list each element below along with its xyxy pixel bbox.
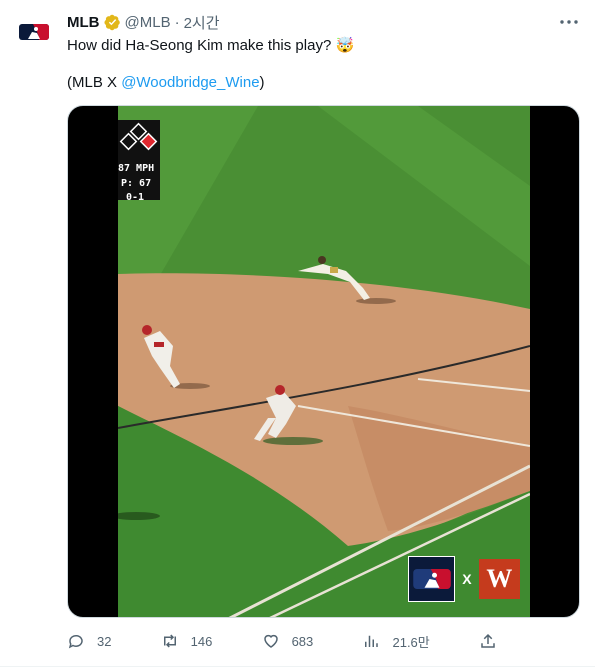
reply-icon (68, 634, 83, 649)
avatar[interactable] (14, 12, 54, 52)
text-prefix: (MLB X (67, 74, 122, 91)
mlb-mark-icon (412, 568, 451, 589)
like-count: 683 (291, 633, 314, 649)
sponsor-logos: X W (408, 555, 520, 602)
mention-link[interactable]: @Woodbridge_Wine (121, 74, 259, 91)
tweet-actions: 32 146 683 21.6만 (67, 628, 497, 654)
video-frame (118, 106, 530, 617)
tweet-text-line2: (MLB X @Woodbridge_Wine) (67, 73, 265, 93)
base-diamond-icon (119, 122, 158, 151)
views-count: 21.6만 (392, 634, 430, 650)
logo-separator: X (462, 570, 472, 587)
reply-count: 32 (97, 633, 112, 649)
separator-dot: · (174, 14, 180, 31)
ball-strike-count: 0-1 (126, 192, 145, 203)
retweet-count: 146 (190, 633, 213, 649)
mlb-logo-icon (19, 24, 49, 40)
share-button[interactable] (479, 632, 497, 650)
like-button[interactable]: 683 (262, 632, 314, 650)
heart-icon (263, 634, 278, 648)
tweet-card[interactable]: MLB @MLB · 2시간 How did Ha-Seong Kim make… (0, 0, 595, 667)
more-dots-icon (560, 20, 578, 24)
pitch-count: P: 67 (121, 178, 152, 189)
verified-badge-icon[interactable] (103, 14, 121, 31)
author-name[interactable]: MLB (67, 14, 100, 31)
text-suffix: ) (259, 74, 265, 91)
pitch-speed: 87 MPH (118, 163, 155, 174)
retweet-icon (163, 634, 176, 648)
pitch-info-overlay: 87 MPH P: 67 0-1 (118, 120, 160, 203)
author-handle[interactable]: @MLB (125, 14, 171, 31)
woodbridge-logo-icon: W (478, 558, 520, 599)
retweet-button[interactable]: 146 (161, 632, 213, 650)
views-button[interactable]: 21.6만 (362, 632, 430, 651)
video-player[interactable]: 87 MPH P: 67 0-1 X W (67, 105, 580, 618)
more-options-button[interactable] (557, 12, 581, 32)
analytics-icon (365, 635, 379, 647)
tweet-header: MLB @MLB · 2시간 (67, 12, 220, 33)
timestamp[interactable]: 2시간 (184, 12, 220, 33)
reply-button[interactable]: 32 (67, 632, 111, 650)
brand-letter: W (486, 563, 513, 593)
mlb-badge-icon (408, 555, 456, 602)
share-icon (481, 633, 495, 648)
tweet-text-line1: How did Ha-Seong Kim make this play? 🤯 (67, 37, 355, 54)
